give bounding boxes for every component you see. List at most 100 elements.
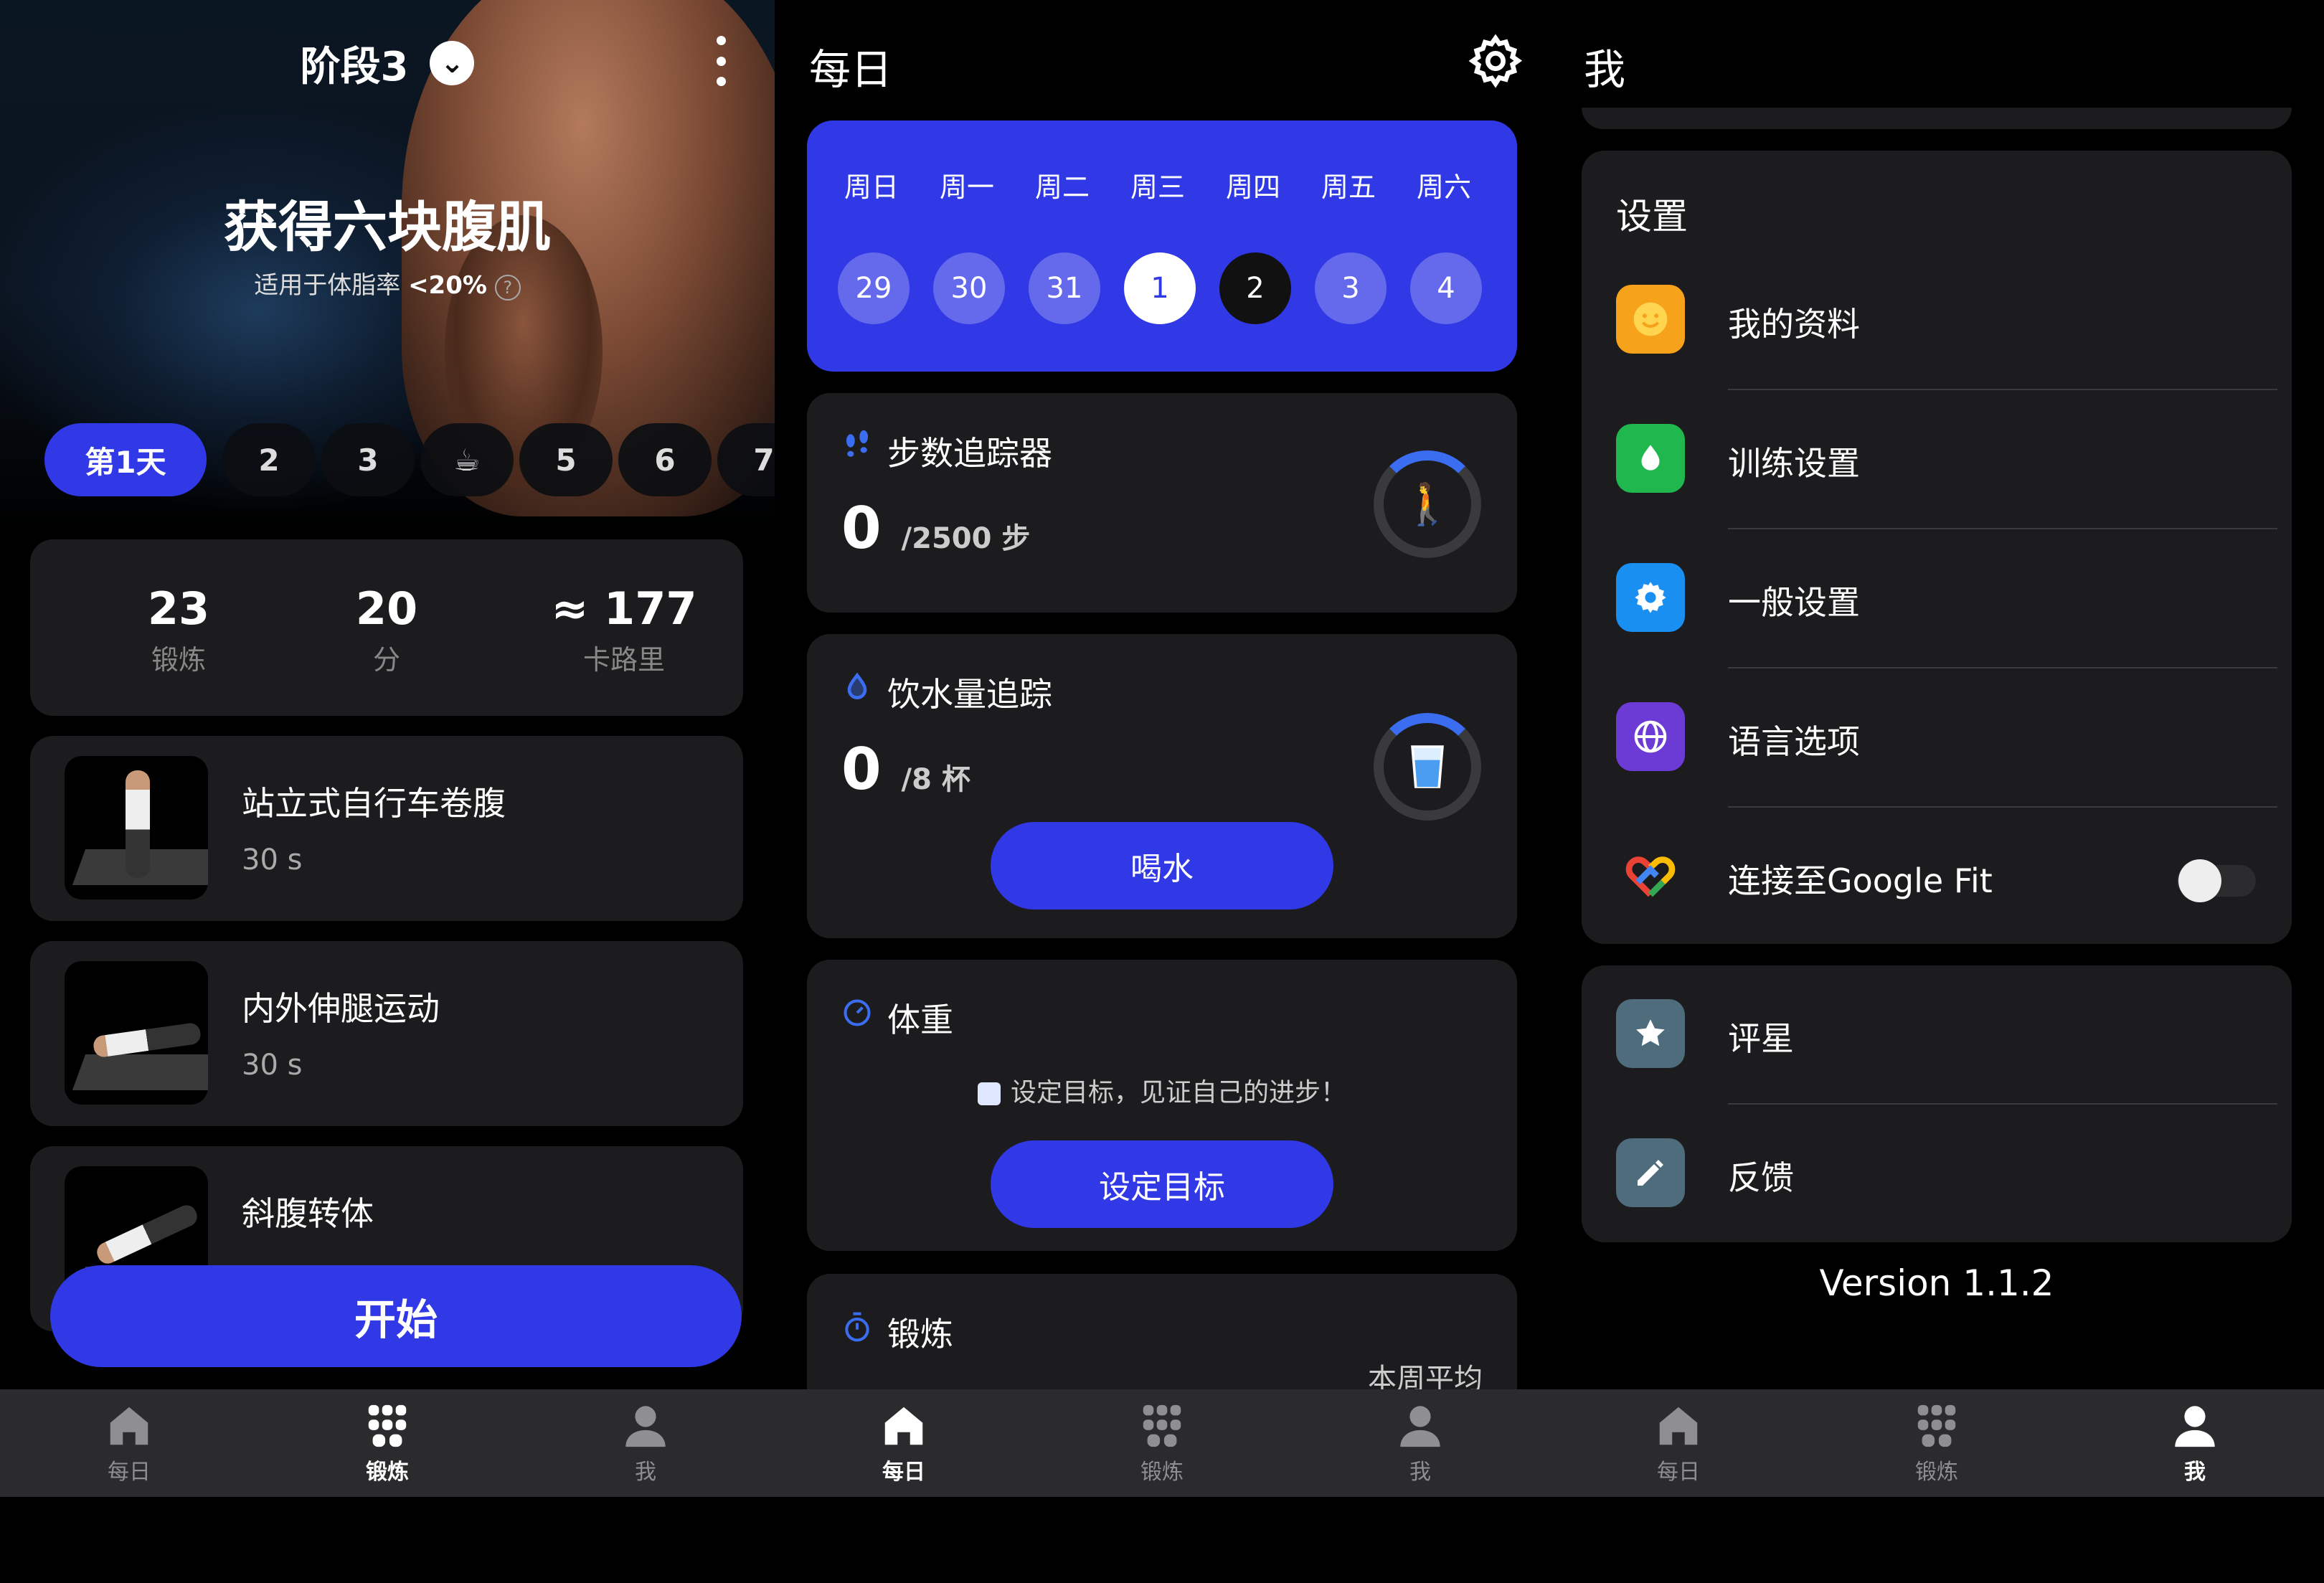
abs-grid-icon: [1917, 1404, 1956, 1447]
nav-me[interactable]: 我: [516, 1389, 775, 1497]
page-title: 每日: [809, 45, 893, 94]
smile-icon: [1616, 285, 1685, 354]
person-icon: [1400, 1406, 1440, 1447]
scale-icon: [977, 1082, 1001, 1105]
settings-item-label: 我的资料: [1728, 305, 1860, 344]
water-tracker-title: 饮水量追踪: [887, 675, 1052, 714]
nav-workout[interactable]: 锻炼: [1033, 1389, 1291, 1497]
more-card: 评星 反馈: [1582, 965, 2292, 1242]
nav-label: 锻炼: [1140, 1460, 1184, 1485]
nav-daily[interactable]: 每日: [0, 1389, 258, 1497]
step-tracker-title: 步数追踪器: [887, 434, 1052, 473]
date-3[interactable]: 3: [1315, 252, 1387, 324]
weight-card: 体重 设定目标，见证自己的进步！ 设定目标: [807, 960, 1517, 1251]
nav-me[interactable]: 我: [2066, 1389, 2324, 1497]
weekday-label: 周三: [1130, 171, 1185, 203]
google-fit-toggle[interactable]: [2177, 859, 2256, 902]
globe-icon: [1616, 702, 1685, 771]
nav-label: 每日: [1657, 1460, 1700, 1485]
nav-daily[interactable]: 每日: [775, 1389, 1033, 1497]
settings-item-google-fit[interactable]: 连接至Google Fit: [1582, 808, 2292, 947]
weekday-label: 周四: [1225, 171, 1280, 203]
weekday-label: 周日: [844, 171, 899, 203]
date-today[interactable]: 1: [1124, 252, 1196, 324]
gear-icon: [1616, 563, 1685, 632]
settings-item-label: 训练设置: [1728, 444, 1860, 483]
date-31[interactable]: 31: [1029, 252, 1100, 324]
exercise-item[interactable]: 站立式自行车卷腹 30 s: [30, 736, 743, 921]
program-subtitle: 适用于体脂率 <20% ?: [0, 265, 775, 301]
water-drop-icon: [847, 672, 867, 699]
workout-summary-title: 锻炼: [887, 1315, 953, 1353]
settings-header: 设置: [1616, 196, 1688, 237]
exercise-item[interactable]: 内外伸腿运动 30 s: [30, 941, 743, 1126]
stopwatch-icon: [845, 1312, 869, 1342]
step-count: 0 /2500 步: [841, 495, 1030, 562]
day-tab-2[interactable]: 2: [222, 423, 316, 496]
exercise-thumbnail: [65, 756, 208, 899]
stat-exercises: 23 锻炼: [71, 582, 286, 677]
stage-selector[interactable]: 阶段3 ⌄: [0, 34, 775, 92]
nav-workout[interactable]: 锻炼: [1808, 1389, 2066, 1497]
settings-item-label: 语言选项: [1728, 722, 1860, 761]
settings-item-profile[interactable]: 我的资料: [1582, 251, 2292, 390]
settings-item-general[interactable]: 一般设置: [1582, 529, 2292, 668]
weekday-label: 周二: [1034, 171, 1090, 203]
abs-grid-icon: [1143, 1404, 1181, 1447]
home-icon: [110, 1407, 148, 1445]
page-title: 我: [1584, 45, 1626, 94]
drop-icon: [1616, 424, 1685, 493]
step-tracker-card[interactable]: 步数追踪器 0 /2500 步 🚶: [807, 393, 1517, 613]
exercise-duration: 30 s: [242, 1049, 303, 1082]
set-goal-button[interactable]: 设定目标: [991, 1140, 1333, 1228]
nav-label: 锻炼: [366, 1460, 409, 1485]
gear-icon[interactable]: [1467, 32, 1524, 90]
rate-item[interactable]: 评星: [1582, 965, 2292, 1105]
exercise-name: 斜腹转体: [242, 1194, 374, 1233]
pencil-icon: [1616, 1138, 1685, 1207]
water-glass-icon: [1411, 745, 1444, 788]
nav-daily[interactable]: 每日: [1549, 1389, 1808, 1497]
day-tab-3[interactable]: 3: [321, 423, 415, 496]
drink-water-button[interactable]: 喝水: [991, 822, 1333, 909]
step-goal: /2500 步: [901, 522, 1031, 555]
workout-screen: 阶段3 ⌄ 获得六块腹肌 适用于体脂率 <20% ? 第1天 2 3 ☕ 5 6…: [0, 0, 775, 1389]
settings-item-label: 连接至Google Fit: [1728, 861, 1993, 900]
body-fat-value: <20%: [408, 271, 487, 300]
date-29[interactable]: 29: [838, 252, 910, 324]
nav-label: 锻炼: [1915, 1460, 1958, 1485]
nav-me[interactable]: 我: [1291, 1389, 1549, 1497]
footsteps-icon: [846, 430, 869, 457]
bottom-nav: 每日 锻炼 我: [775, 1389, 1549, 1497]
start-button[interactable]: 开始: [50, 1265, 742, 1367]
weight-title: 体重: [887, 1001, 953, 1039]
stat-value: 23: [147, 582, 210, 635]
help-icon[interactable]: ?: [494, 275, 521, 301]
stat-label: 卡路里: [582, 644, 665, 676]
more-options-icon[interactable]: [710, 36, 732, 86]
toggle-knob: [2178, 859, 2221, 902]
chevron-down-icon: ⌄: [430, 41, 475, 85]
feedback-label: 反馈: [1728, 1158, 1794, 1197]
settings-item-training[interactable]: 训练设置: [1582, 390, 2292, 529]
date-4[interactable]: 4: [1410, 252, 1482, 324]
stage-label: 阶段3: [300, 43, 409, 90]
nav-label: 我: [635, 1460, 656, 1485]
person-icon: [2175, 1406, 2215, 1447]
weekly-average-label: 本周平均: [1368, 1363, 1483, 1389]
stat-value: 20: [355, 582, 418, 635]
nav-label: 我: [1409, 1460, 1431, 1485]
rest-day-coffee-icon[interactable]: ☕: [420, 423, 514, 496]
day-tab-5[interactable]: 5: [519, 423, 613, 496]
water-count: 0 /8 杯: [841, 736, 970, 803]
week-calendar: 周日 周一 周二 周三 周四 周五 周六 29 30 31 1 2 3 4: [807, 121, 1517, 372]
date-30[interactable]: 30: [933, 252, 1005, 324]
settings-item-language[interactable]: 语言选项: [1582, 668, 2292, 808]
nav-workout[interactable]: 锻炼: [258, 1389, 516, 1497]
date-selected[interactable]: 2: [1219, 252, 1291, 324]
day-tab-6[interactable]: 6: [618, 423, 712, 496]
day-tab-1[interactable]: 第1天: [44, 423, 207, 496]
step-progress-ring: 🚶: [1374, 450, 1481, 558]
feedback-item[interactable]: 反馈: [1582, 1105, 2292, 1244]
walking-person-icon: 🚶: [1402, 481, 1452, 528]
